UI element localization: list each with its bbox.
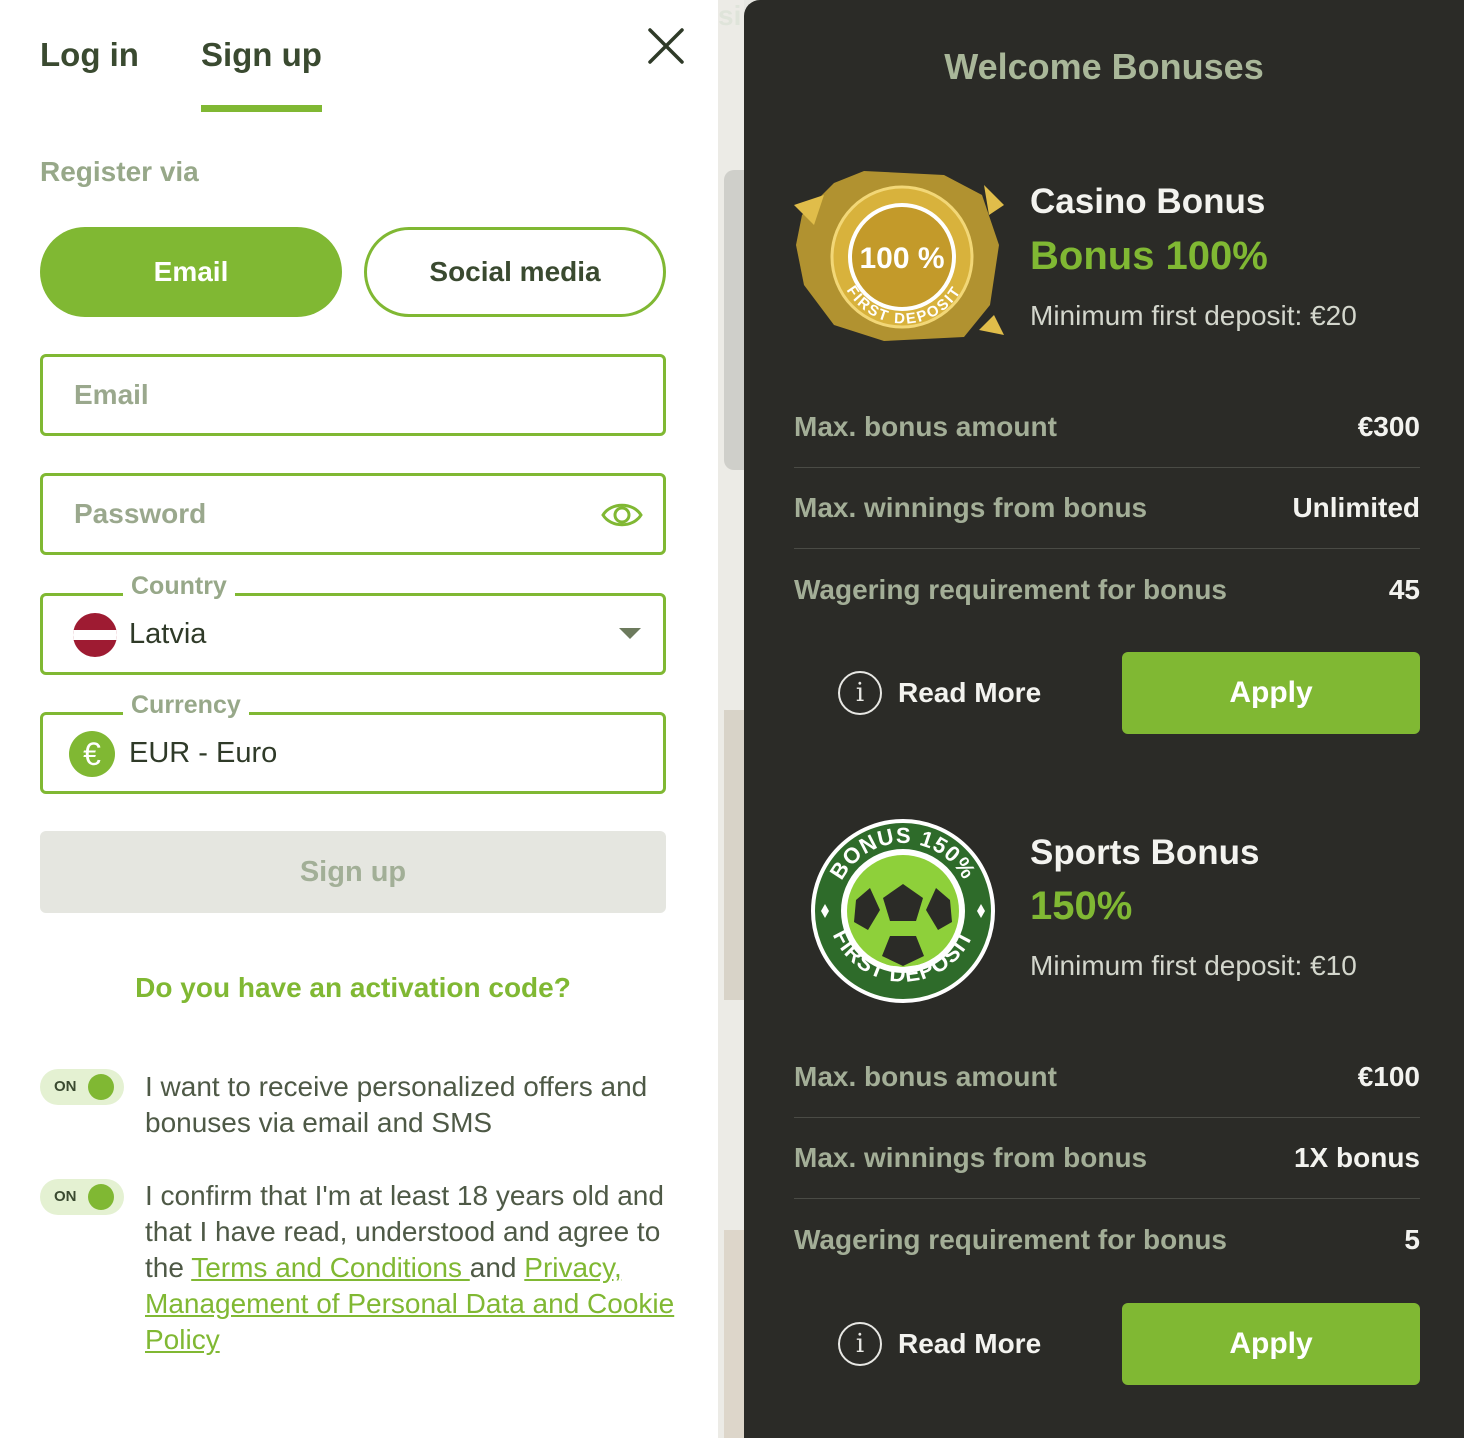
- password-placeholder: Password: [74, 498, 207, 529]
- age-terms-consent-text: I confirm that I'm at least 18 years old…: [145, 1178, 675, 1358]
- email-placeholder: Email: [74, 379, 149, 410]
- background-peek-text: si: [718, 0, 742, 31]
- close-icon[interactable]: [646, 26, 686, 66]
- row-key: Max. winnings from bonus: [794, 491, 1148, 523]
- row-value: 45: [1388, 574, 1420, 605]
- toggle-knob: [88, 1074, 114, 1100]
- sports-bonus-name: Sports Bonus: [1030, 833, 1260, 872]
- sports-row-max-bonus: Max. bonus amount €100: [794, 1036, 1420, 1118]
- toggle-knob: [88, 1184, 114, 1210]
- marketing-consent-text: I want to receive personalized offers an…: [145, 1071, 648, 1138]
- sports-bonus-badge: BONUS 150% FIRST DEPOSIT: [811, 819, 995, 1003]
- register-email-button[interactable]: Email: [40, 227, 342, 317]
- register-via-label: Register via: [40, 156, 199, 187]
- currency-value: EUR - Euro: [129, 737, 278, 769]
- sports-bonus-min-deposit: Minimum first deposit: €10: [1030, 950, 1357, 981]
- row-key: Wagering requirement for bonus: [794, 1224, 1227, 1255]
- read-more-label: Read More: [898, 677, 1042, 708]
- sports-read-more[interactable]: i Read More: [838, 1321, 1041, 1367]
- row-key: Max. winnings from bonus: [794, 1141, 1148, 1173]
- row-value: 1X bonus: [1293, 1141, 1420, 1173]
- casino-row-max-bonus: Max. bonus amount €300: [794, 386, 1420, 468]
- toggle-state: ON: [54, 1078, 77, 1095]
- latvia-flag-icon: [73, 613, 117, 657]
- country-label: Country: [123, 572, 235, 601]
- row-key: Max. bonus amount: [794, 410, 1057, 442]
- read-more-label: Read More: [898, 1328, 1042, 1359]
- casino-bonus-name: Casino Bonus: [1030, 182, 1266, 221]
- casino-badge-percent: 100 %: [859, 242, 944, 275]
- email-field[interactable]: Email: [40, 354, 666, 436]
- register-social-button[interactable]: Social media: [364, 227, 666, 317]
- sports-row-wagering: Wagering requirement for bonus 5: [794, 1199, 1420, 1281]
- casino-bonus-percent: Bonus 100%: [1030, 234, 1268, 278]
- eye-icon[interactable]: [601, 498, 643, 532]
- row-key: Max. bonus amount: [794, 1060, 1057, 1092]
- marketing-consent-toggle[interactable]: ON: [40, 1069, 124, 1105]
- info-icon: i: [838, 671, 882, 715]
- row-value: 5: [1404, 1224, 1420, 1255]
- info-icon: i: [838, 1322, 882, 1366]
- background-card: [724, 1230, 744, 1438]
- casino-row-wagering: Wagering requirement for bonus 45: [794, 549, 1420, 631]
- tab-signup[interactable]: Sign up: [200, 36, 322, 112]
- currency-select[interactable]: Currency € EUR - Euro: [40, 691, 666, 794]
- currency-label: Currency: [123, 691, 249, 720]
- signup-submit-button[interactable]: Sign up: [40, 831, 666, 913]
- row-value: €100: [1357, 1060, 1420, 1092]
- sports-row-max-winnings: Max. winnings from bonus 1X bonus: [794, 1117, 1420, 1199]
- activation-code-link[interactable]: Do you have an activation code?: [40, 972, 666, 1004]
- row-value: Unlimited: [1292, 491, 1420, 523]
- country-value: Latvia: [129, 618, 207, 650]
- background-card: [724, 710, 744, 1000]
- auth-panel: Log in Sign up Register via Email Social…: [0, 0, 718, 1438]
- age-terms-consent-toggle[interactable]: ON: [40, 1179, 124, 1215]
- welcome-bonuses-panel: Welcome Bonuses 100 % FIRST DEPOSIT Casi…: [744, 0, 1464, 1438]
- euro-icon: €: [69, 731, 115, 777]
- auth-tabs: Log in Sign up: [40, 36, 322, 112]
- password-field[interactable]: Password: [40, 473, 666, 555]
- bonuses-title: Welcome Bonuses: [944, 46, 1264, 87]
- background-card: [724, 170, 744, 470]
- row-value: €300: [1357, 410, 1420, 442]
- toggle-state: ON: [54, 1188, 77, 1205]
- casino-bonus-min-deposit: Minimum first deposit: €20: [1030, 300, 1357, 331]
- casino-apply-button[interactable]: Apply: [1122, 652, 1420, 734]
- caret-down-icon[interactable]: [619, 628, 641, 639]
- consent-text-mid: and: [469, 1252, 525, 1283]
- sports-bonus-percent: 150%: [1030, 884, 1133, 928]
- terms-link[interactable]: Terms and Conditions: [191, 1252, 470, 1283]
- tab-login[interactable]: Log in: [40, 36, 139, 112]
- country-select[interactable]: Country Latvia: [40, 572, 666, 675]
- background-page-strip: si: [718, 0, 744, 1438]
- sports-apply-button[interactable]: Apply: [1122, 1303, 1420, 1385]
- casino-read-more[interactable]: i Read More: [838, 670, 1041, 716]
- casino-bonus-badge: 100 % FIRST DEPOSIT: [794, 171, 1004, 341]
- row-key: Wagering requirement for bonus: [794, 574, 1227, 605]
- casino-row-max-winnings: Max. winnings from bonus Unlimited: [794, 467, 1420, 549]
